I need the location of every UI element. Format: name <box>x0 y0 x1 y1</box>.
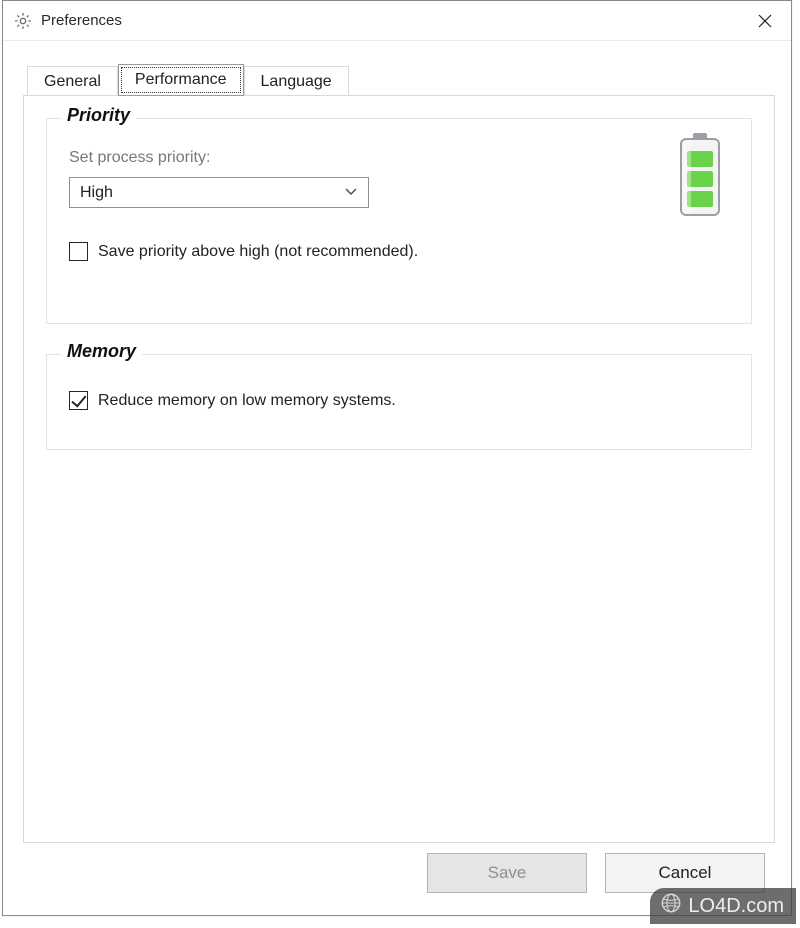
titlebar: Preferences <box>3 1 791 41</box>
save-button[interactable]: Save <box>427 853 587 893</box>
tab-language[interactable]: Language <box>244 66 349 96</box>
group-priority: Priority Set process priority: High Save… <box>46 118 752 324</box>
checkbox-save-above-high-label: Save priority above high (not recommende… <box>98 243 418 261</box>
gear-icon <box>13 11 33 31</box>
tabs: General Performance Language <box>27 63 771 95</box>
tab-performance-label: Performance <box>135 71 227 89</box>
cancel-button[interactable]: Cancel <box>605 853 765 893</box>
checkbox-reduce-memory-label: Reduce memory on low memory systems. <box>98 392 396 410</box>
checkbox-reduce-memory[interactable] <box>69 391 88 410</box>
tab-general-label: General <box>44 73 101 91</box>
close-button[interactable] <box>739 2 791 40</box>
watermark-text: LO4D.com <box>688 895 784 918</box>
priority-label: Set process priority: <box>69 149 729 167</box>
priority-select-value: High <box>80 184 113 202</box>
tab-panel-performance: Priority Set process priority: High Save… <box>23 95 775 843</box>
window-title: Preferences <box>41 12 122 29</box>
priority-select[interactable]: High <box>69 177 369 208</box>
tab-language-label: Language <box>261 73 332 91</box>
tab-general[interactable]: General <box>27 66 118 96</box>
tab-performance[interactable]: Performance <box>118 64 244 96</box>
watermark: LO4D.com <box>650 888 796 924</box>
battery-icon <box>677 133 723 224</box>
group-priority-title: Priority <box>61 105 136 126</box>
chevron-down-icon <box>344 184 358 202</box>
checkbox-save-above-high[interactable] <box>69 242 88 261</box>
group-memory: Memory Reduce memory on low memory syste… <box>46 354 752 450</box>
priority-save-above-high-row[interactable]: Save priority above high (not recommende… <box>69 242 729 261</box>
preferences-window: Preferences General Performance Language… <box>2 0 792 916</box>
client-area: General Performance Language Priority Se… <box>3 41 791 915</box>
cancel-button-label: Cancel <box>659 863 712 883</box>
memory-reduce-row[interactable]: Reduce memory on low memory systems. <box>69 391 729 410</box>
group-memory-title: Memory <box>61 341 142 362</box>
close-icon <box>758 14 772 28</box>
globe-icon <box>660 892 682 920</box>
save-button-label: Save <box>488 863 527 883</box>
dialog-buttons: Save Cancel <box>427 853 765 893</box>
